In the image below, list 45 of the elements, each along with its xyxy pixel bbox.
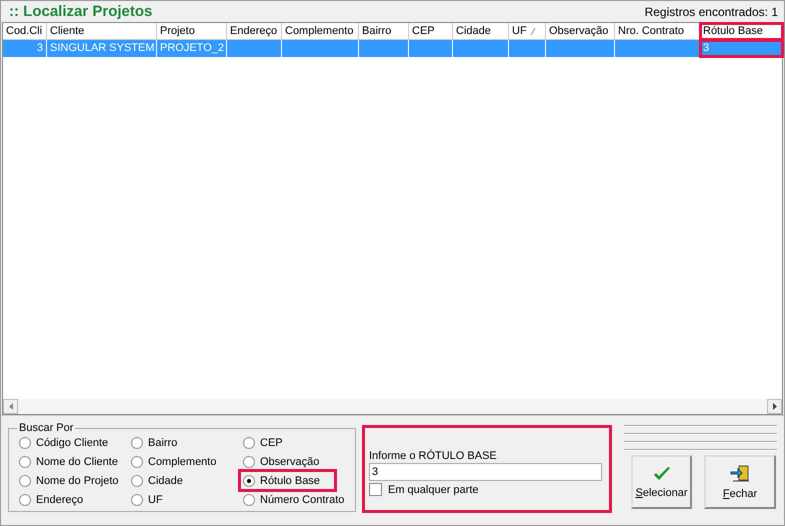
- checkmark-icon: [652, 466, 670, 482]
- radio-label[interactable]: Cidade: [148, 474, 183, 486]
- window-title: :: Localizar Projetos: [9, 3, 152, 20]
- column-header[interactable]: Rótulo Base: [700, 23, 783, 40]
- select-button[interactable]: Selecionar: [631, 455, 692, 509]
- scroll-left-button[interactable]: [3, 399, 18, 414]
- radio-button[interactable]: [19, 456, 31, 468]
- left-arrow-icon: [8, 403, 12, 410]
- radio-label[interactable]: Nome do Projeto: [36, 474, 119, 486]
- field-label: Informe o RÓTULO BASE: [369, 450, 498, 462]
- input-field[interactable]: 3: [369, 463, 602, 481]
- radio-button[interactable]: [131, 474, 143, 486]
- radio-button[interactable]: [19, 436, 31, 448]
- door-exit-icon: [730, 464, 750, 482]
- table-cell: 3: [36, 42, 43, 54]
- radio-button[interactable]: [243, 436, 255, 448]
- radio-button[interactable]: [131, 436, 143, 448]
- radio-label[interactable]: Número Contrato: [260, 494, 344, 506]
- group-title: Buscar Por: [18, 422, 74, 434]
- table-cell: SINGULAR SYSTEM: [50, 42, 155, 54]
- table-cell: 3: [703, 42, 710, 54]
- radio-button[interactable]: [243, 494, 255, 506]
- table-cell: PROJETO_2: [160, 42, 224, 54]
- radio-label[interactable]: CEP: [260, 436, 283, 448]
- checkbox[interactable]: [369, 483, 382, 496]
- scroll-right-button[interactable]: [767, 399, 782, 414]
- radio-button[interactable]: [243, 456, 255, 468]
- close-button[interactable]: Fechar: [704, 455, 776, 509]
- radio-label[interactable]: Bairro: [148, 436, 178, 448]
- checkbox-label[interactable]: Em qualquer parte: [388, 484, 478, 496]
- radio-label[interactable]: Rótulo Base: [260, 474, 320, 486]
- radio-button[interactable]: [19, 494, 31, 506]
- radio-label[interactable]: Endereço: [36, 494, 84, 506]
- radio-button[interactable]: [19, 474, 31, 486]
- horizontal-scrollbar[interactable]: [3, 399, 782, 414]
- right-arrow-icon: [772, 403, 776, 410]
- radio-label[interactable]: Código Cliente: [36, 436, 108, 448]
- records-count: Registros encontrados: 1: [644, 4, 778, 18]
- radio-button[interactable]: [243, 474, 255, 486]
- radio-button[interactable]: [131, 494, 143, 506]
- radio-label[interactable]: Nome do Cliente: [36, 456, 118, 468]
- radio-label[interactable]: Observação: [260, 456, 320, 468]
- radio-button[interactable]: [131, 456, 143, 468]
- radio-label[interactable]: UF: [148, 494, 163, 506]
- radio-label[interactable]: Complemento: [148, 456, 216, 468]
